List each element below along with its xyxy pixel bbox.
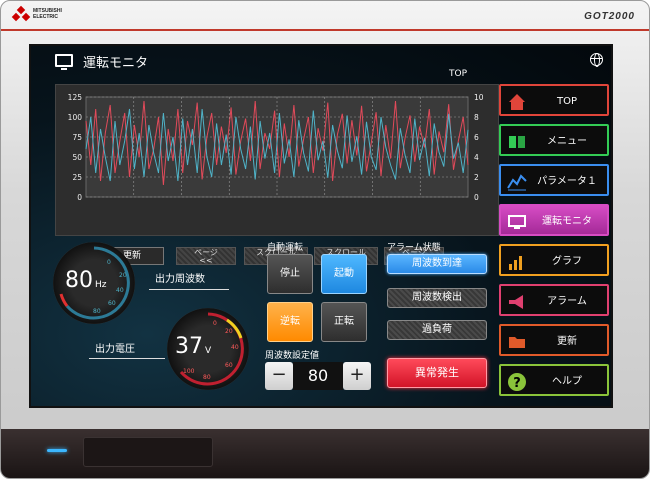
- side-menu-item-4[interactable]: グラフ: [499, 244, 609, 276]
- voltage-unit: V: [205, 346, 212, 356]
- voltage-tick-100: 100: [183, 368, 195, 375]
- y-right-tick: 4: [474, 153, 479, 162]
- book-icon: [507, 132, 527, 152]
- mitsubishi-logo-icon: [11, 5, 31, 22]
- error-occurred-button[interactable]: 異常発生: [387, 358, 487, 388]
- alarm-status-label: アラーム状態: [387, 243, 441, 253]
- folder-icon: [507, 332, 527, 352]
- frequency-gauge: 80 Hz 0 20 40 60 80: [53, 242, 135, 324]
- page-title: 運転モニタ: [83, 56, 149, 71]
- top-label: TOP: [449, 69, 468, 79]
- monitor-icon: [55, 54, 73, 70]
- y-right-tick: 2: [474, 173, 479, 182]
- side-menu-label: 更新: [557, 336, 577, 347]
- side-menu-label: グラフ: [552, 256, 582, 267]
- hmi-device: MITSUBISHI ELECTRIC GOT2000 運転モニタ TOP 12…: [0, 0, 650, 479]
- voltage-gauge: 37 V 0 20 40 60 80 100: [167, 308, 249, 390]
- bezel-accent-line: [1, 29, 649, 31]
- y-left-tick: 50: [72, 153, 82, 162]
- voltage-tick-0: 0: [213, 320, 217, 327]
- side-menu-item-5[interactable]: アラーム: [499, 284, 609, 316]
- frequency-tick-80: 80: [93, 308, 101, 315]
- side-menu-item-7[interactable]: ? ヘルプ: [499, 364, 609, 396]
- home-icon: [507, 92, 527, 112]
- stop-button[interactable]: 停止: [267, 254, 313, 294]
- trend-chart-svg: 125 10 100 8 75 6 50 4 25 2 0 0: [68, 93, 484, 202]
- forward-button[interactable]: 正転: [321, 302, 367, 342]
- y-left-tick: 100: [68, 113, 83, 122]
- alarm-overload: 過負荷: [387, 320, 487, 340]
- side-menu-item-1[interactable]: メニュー: [499, 124, 609, 156]
- megaphone-icon: [507, 292, 527, 312]
- voltage-value-box: 37 V: [175, 334, 211, 359]
- model-name: GOT2000: [584, 11, 635, 22]
- start-button[interactable]: 起動: [321, 254, 367, 294]
- y-right-tick: 0: [474, 193, 479, 202]
- reverse-button[interactable]: 逆転: [267, 302, 313, 342]
- side-menu-item-2[interactable]: パラメータ１: [499, 164, 609, 196]
- parameter-chart-icon: [507, 172, 527, 192]
- help-icon: ?: [507, 372, 527, 392]
- y-left-tick: 0: [77, 193, 82, 202]
- monitor-icon: [507, 212, 527, 232]
- voltage-tick-40: 40: [231, 344, 239, 351]
- voltage-value: 37: [175, 334, 203, 359]
- voltage-label: 出力電圧: [95, 344, 135, 355]
- hmi-screen: 運転モニタ TOP 125 10 100 8 75 6 50 4 25 2 0 0 更新 ページ << …: [29, 44, 613, 408]
- freq-setting-label: 周波数設定値: [265, 351, 320, 361]
- globe-icon[interactable]: [590, 53, 603, 67]
- frequency-tick-0: 0: [107, 259, 111, 266]
- y-right-tick: 6: [474, 133, 479, 142]
- voltage-tick-60: 60: [225, 362, 233, 369]
- side-menu-label: パラメータ１: [537, 176, 597, 187]
- frequency-value-box: 80 Hz: [65, 268, 107, 293]
- side-menu-item-0[interactable]: TOP: [499, 84, 609, 116]
- page-prev-button[interactable]: ページ <<: [176, 247, 236, 265]
- voltage-tick-80: 80: [203, 374, 211, 381]
- alarm-freq-reached: 周波数到達: [387, 254, 487, 274]
- side-menu-item-6[interactable]: 更新: [499, 324, 609, 356]
- side-menu-label: アラーム: [547, 296, 587, 307]
- y-left-tick: 25: [72, 173, 82, 182]
- frequency-label: 出力周波数: [155, 274, 205, 285]
- voltage-label-line: [89, 358, 165, 359]
- freq-setting-value[interactable]: 80: [293, 362, 343, 390]
- frequency-tick-20: 20: [119, 272, 127, 279]
- frequency-unit: Hz: [95, 280, 107, 290]
- side-menu-label: 運転モニタ: [542, 216, 592, 227]
- bar-chart-icon: [507, 252, 527, 272]
- decrement-button[interactable]: −: [265, 362, 293, 390]
- side-menu-item-3[interactable]: 運転モニタ: [499, 204, 609, 236]
- brand-logo: MITSUBISHI ELECTRIC: [11, 5, 62, 22]
- frequency-label-line: [149, 289, 229, 290]
- power-led: [47, 449, 67, 452]
- voltage-tick-20: 20: [225, 328, 233, 335]
- auto-run-label: 自動運転: [267, 243, 304, 253]
- side-menu-label: ヘルプ: [552, 376, 582, 387]
- y-left-tick: 75: [72, 133, 82, 142]
- page-prev-arrow: <<: [199, 256, 213, 265]
- frequency-tick-60: 60: [108, 300, 116, 307]
- increment-button[interactable]: +: [343, 362, 371, 390]
- usb-cover: [83, 437, 213, 467]
- y-right-tick: 10: [474, 93, 484, 102]
- frequency-tick-40: 40: [116, 287, 124, 294]
- freq-stepper: − 80 +: [265, 362, 371, 390]
- svg-text:?: ?: [513, 376, 521, 391]
- frequency-value: 80: [65, 268, 93, 293]
- brand-name-line2: ELECTRIC: [33, 14, 58, 20]
- alarm-freq-detected: 周波数検出: [387, 288, 487, 308]
- side-menu-label: メニュー: [547, 136, 587, 147]
- side-menu-label: TOP: [556, 96, 577, 107]
- trend-chart: 12510100875650425200 更新 ページ<< スクロール< スクロ…: [55, 84, 499, 265]
- y-right-tick: 8: [474, 113, 479, 122]
- y-left-tick: 125: [68, 93, 83, 102]
